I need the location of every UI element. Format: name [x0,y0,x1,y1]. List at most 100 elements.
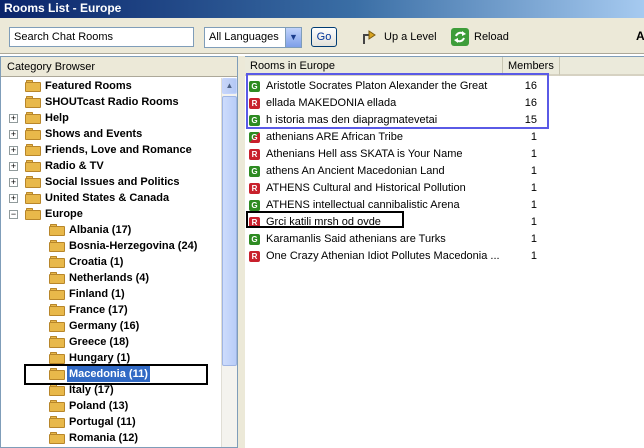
room-members: 1 [530,182,537,194]
room-members: 1 [530,199,537,211]
folder-icon [49,384,65,396]
language-select-value: All Languages [209,31,279,43]
language-select[interactable]: All Languages ▼ [204,27,302,48]
folder-icon [49,416,65,428]
room-badge-icon: G [249,132,260,143]
room-name: One Crazy Athenian Idiot Pollutes Macedo… [266,250,500,262]
category-browser: Category Browser Featured Rooms SHOUTcast… [0,56,238,448]
room-members: 1 [530,131,537,143]
reload-icon [450,27,470,47]
category-item[interactable]: Finland (1) [1,286,221,302]
room-row[interactable]: R One Crazy Athenian Idiot Pollutes Maced… [245,248,644,265]
category-label: Friends, Love and Romance [45,144,192,156]
folder-icon [49,240,65,252]
room-members: 1 [530,216,537,228]
expand-icon[interactable]: + [9,130,18,139]
highlight-box-category [24,364,208,385]
expand-icon[interactable]: + [9,114,18,123]
category-item[interactable]: Bosnia-Herzegovina (24) [1,238,221,254]
category-label: Romania (12) [69,432,139,444]
category-item[interactable]: Greece (18) [1,334,221,350]
room-row[interactable]: G Karamanlis Said athenians are Turks 1 [245,231,644,248]
room-row[interactable]: R Athenians Hell ass SKATA is Your Name 1 [245,146,644,163]
folder-icon [25,96,41,108]
collapse-icon[interactable]: − [9,210,18,219]
category-item[interactable]: Croatia (1) [1,254,221,270]
room-badge-icon: G [249,234,260,245]
pane-splitter[interactable] [238,56,245,448]
room-name: Athenians Hell ass SKATA is Your Name [266,148,463,160]
category-label: Featured Rooms [45,80,132,92]
folder-icon [25,112,41,124]
category-label: Finland (1) [69,288,125,300]
category-label: Radio & TV [45,160,104,172]
category-label: Germany (16) [69,320,140,332]
category-item[interactable]: France (17) [1,302,221,318]
room-row[interactable]: R ATHENS Cultural and Historical Pollutio… [245,180,644,197]
folder-icon [25,208,41,220]
room-badge-icon: G [249,200,260,211]
room-members: 1 [530,233,537,245]
highlight-box-room [246,211,404,228]
expand-icon[interactable]: + [9,194,18,203]
room-badge-icon: R [249,149,260,160]
folder-icon [49,304,65,316]
category-item[interactable]: Netherlands (4) [1,270,221,286]
expand-icon[interactable]: + [9,146,18,155]
folder-icon [25,176,41,188]
category-item[interactable]: + Help [1,110,221,126]
window-title: Rooms List - Europe [0,0,644,18]
category-label: Social Issues and Politics [45,176,180,188]
up-level-button[interactable]: Up a Level [360,26,437,48]
scroll-thumb[interactable] [222,96,237,366]
folder-icon [49,352,65,364]
category-item[interactable]: + Friends, Love and Romance [1,142,221,158]
scroll-up-icon[interactable]: ▲ [222,78,237,94]
room-badge-icon: R [249,251,260,262]
category-label: Shows and Events [45,128,143,140]
category-label: SHOUTcast Radio Rooms [45,96,179,108]
category-item[interactable]: + Shows and Events [1,126,221,142]
chevron-down-icon[interactable]: ▼ [285,28,301,47]
reload-label: Reload [474,31,509,43]
folder-icon [49,256,65,268]
room-name: athens An Ancient Macedonian Land [266,165,445,177]
room-members: 1 [530,250,537,262]
room-badge-icon: G [249,166,260,177]
up-level-label: Up a Level [384,31,437,43]
folder-icon [25,144,41,156]
vertical-scrollbar[interactable]: ▲ [221,78,237,447]
category-item[interactable]: Featured Rooms [1,78,221,94]
category-item[interactable]: Romania (12) [1,430,221,446]
category-browser-header: Category Browser [1,57,237,77]
folder-icon [25,80,41,92]
category-label: Help [45,112,69,124]
toolbar: All Languages ▼ Go Up a Level Reload A [0,18,644,54]
expand-icon[interactable]: + [9,178,18,187]
folder-icon [49,288,65,300]
room-members: 1 [530,165,537,177]
folder-icon [25,160,41,172]
room-row[interactable]: Gathenians ARE African Tribe 1 [245,129,644,146]
search-input[interactable] [9,27,194,47]
go-button[interactable]: Go [311,27,337,47]
category-item[interactable]: + Social Issues and Politics [1,174,221,190]
category-item[interactable]: SHOUTcast Radio Rooms [1,94,221,110]
category-label: Poland (13) [69,400,129,412]
room-row[interactable]: Gathens An Ancient Macedonian Land 1 [245,163,644,180]
folder-icon [49,320,65,332]
room-badge-icon: R [249,183,260,194]
category-label: United States & Canada [45,192,170,204]
category-item[interactable]: Albania (17) [1,222,221,238]
category-item[interactable]: Portugal (11) [1,414,221,430]
category-item[interactable]: + United States & Canada [1,190,221,206]
reload-button[interactable]: Reload [450,26,509,48]
category-item[interactable]: Germany (16) [1,318,221,334]
category-item[interactable]: − Europe [1,206,221,222]
category-label: Croatia (1) [69,256,124,268]
category-item[interactable]: + Radio & TV [1,158,221,174]
room-name: Karamanlis Said athenians are Turks [266,233,446,245]
category-item[interactable]: Poland (13) [1,398,221,414]
folder-icon [25,192,41,204]
expand-icon[interactable]: + [9,162,18,171]
